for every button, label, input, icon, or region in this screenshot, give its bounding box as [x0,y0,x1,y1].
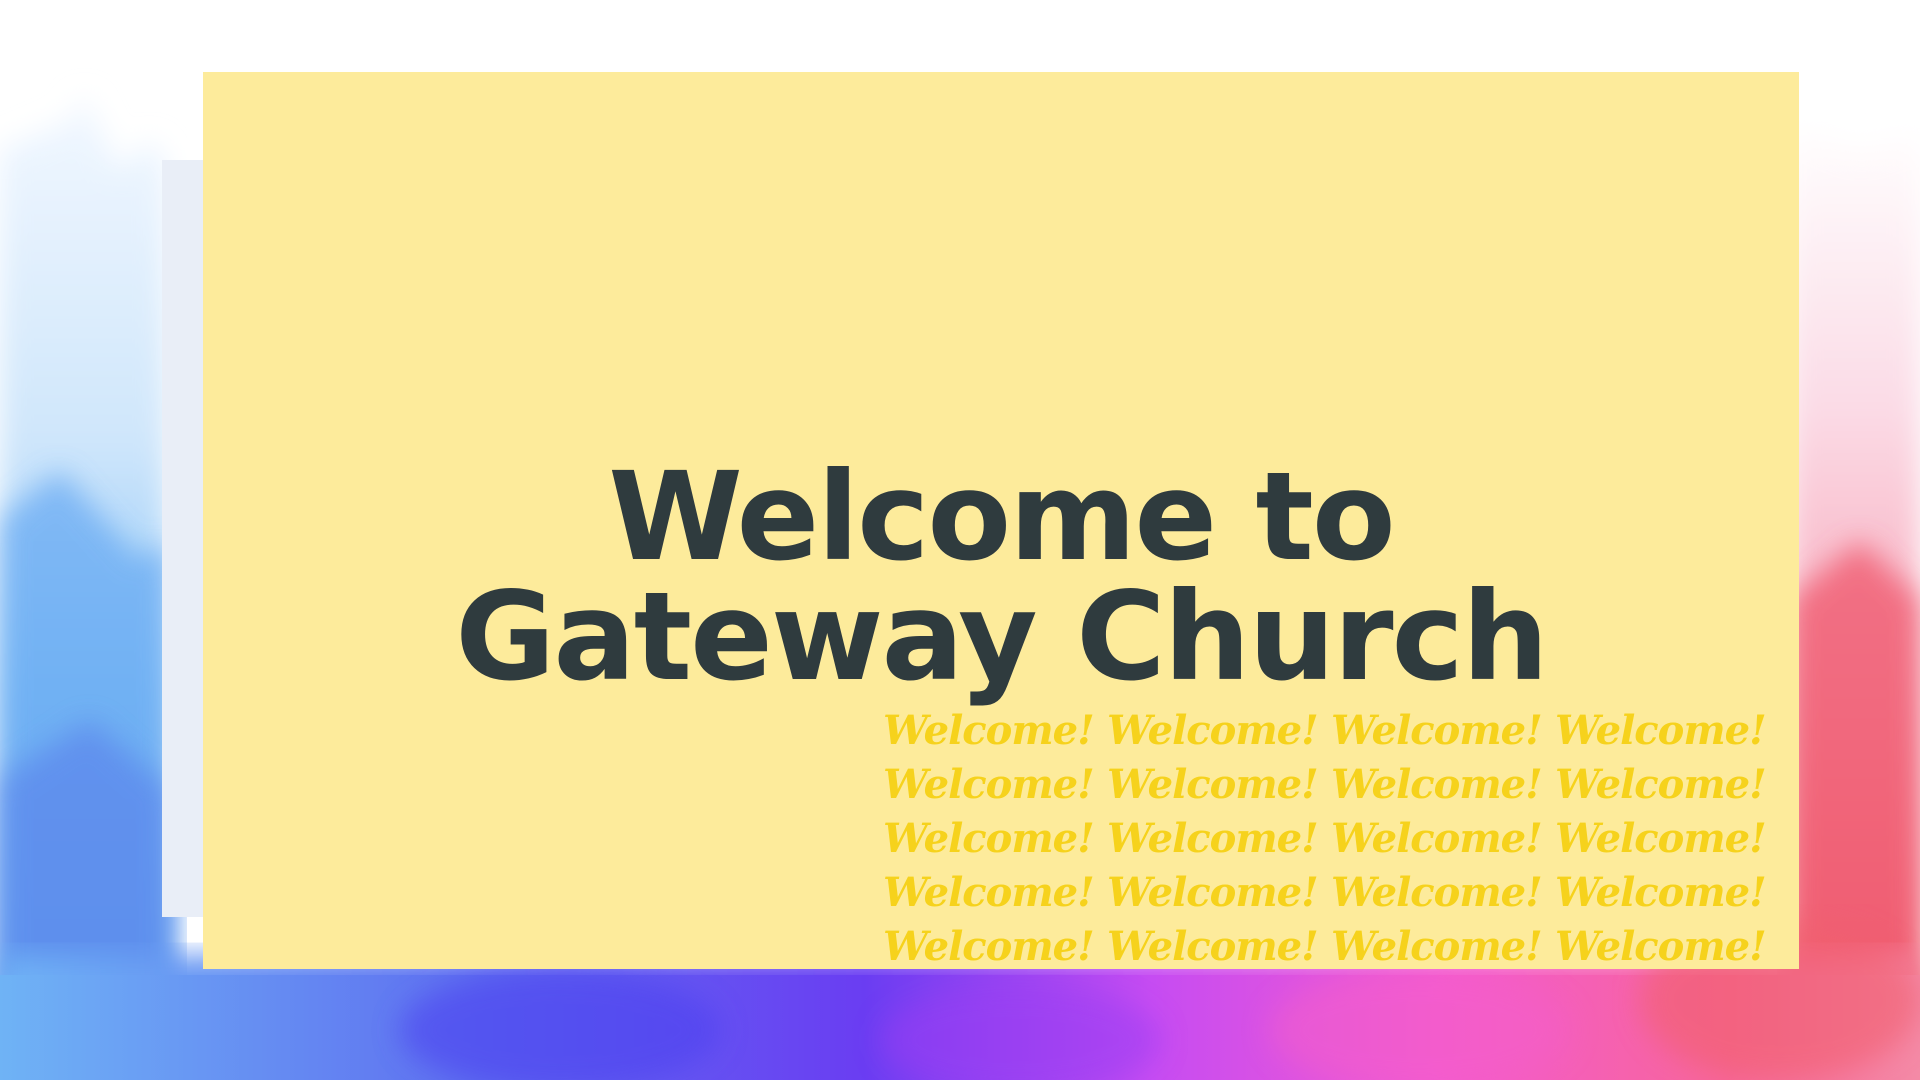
welcome-word: Welcome! [1555,707,1767,754]
welcome-word: Welcome! [1107,707,1319,754]
welcome-word: Welcome! [883,707,1095,754]
welcome-word: Welcome! [1107,761,1319,808]
welcome-word: Welcome! [1331,869,1543,916]
welcome-word: Welcome! [883,761,1095,808]
welcome-word: Welcome! [1107,815,1319,862]
welcome-word: Welcome! [883,869,1095,916]
welcome-word: Welcome! [1107,923,1319,969]
slide-title: Welcome to Gateway Church [203,446,1799,708]
welcome-word: Welcome! [883,815,1095,862]
welcome-word: Welcome! [1107,869,1319,916]
welcome-word: Welcome! [1555,923,1767,969]
welcome-repeat-grid: Welcome! Welcome! Welcome! Welcome! Welcome!… [883,704,1783,969]
welcome-word: Welcome! [1555,761,1767,808]
slide-card: Welcome to Gateway Church Welcome! Welcom… [203,72,1799,969]
welcome-word: Welcome! [883,923,1095,969]
welcome-word: Welcome! [1555,869,1767,916]
welcome-word: Welcome! [1331,761,1543,808]
welcome-word: Welcome! [1331,923,1543,969]
title-line-1: Welcome to [608,446,1395,588]
welcome-word: Welcome! [1555,815,1767,862]
welcome-word: Welcome! [1331,815,1543,862]
welcome-word: Welcome! [1331,707,1543,754]
title-line-2: Gateway Church [455,566,1548,708]
